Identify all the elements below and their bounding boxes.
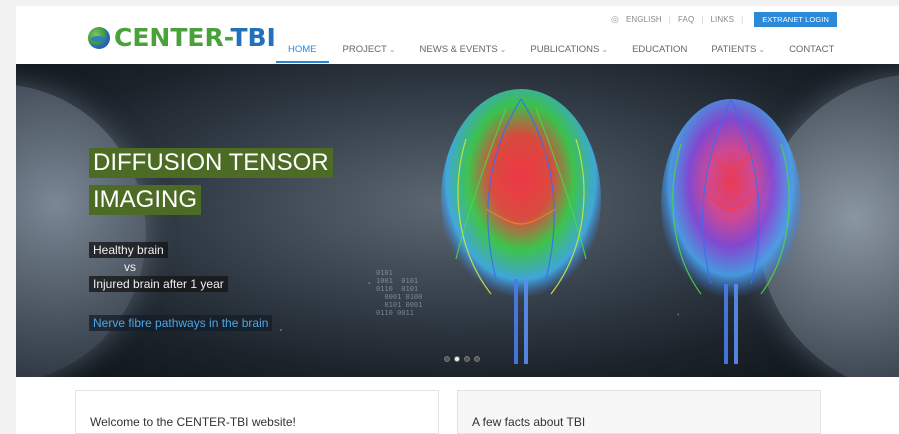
- slider-dot-3[interactable]: [464, 356, 470, 362]
- slider-dot-2[interactable]: [454, 356, 460, 362]
- links-link[interactable]: LINKS: [710, 15, 734, 24]
- nav-label: HOME: [288, 44, 317, 55]
- globe-icon: ◎: [611, 14, 619, 24]
- nav-project[interactable]: PROJECT ⌄: [343, 44, 396, 55]
- chevron-down-icon: ⌄: [499, 45, 507, 54]
- brain-tractography-injured-image: [661, 98, 801, 364]
- nav-education[interactable]: EDUCATION: [632, 44, 687, 55]
- nav-contact[interactable]: CONTACT: [789, 44, 834, 55]
- utility-bar: ◎ ENGLISH | FAQ | LINKS | EXTRANET LOGIN: [611, 12, 837, 27]
- divider: |: [668, 15, 671, 24]
- nav-news-events[interactable]: NEWS & EVENTS ⌄: [420, 44, 507, 55]
- logo-text-tbi: TBI: [230, 23, 276, 52]
- facts-card-title: A few facts about TBI: [472, 415, 586, 429]
- hero-title-line1: DIFFUSION TENSOR: [89, 148, 333, 178]
- nav-label: EDUCATION: [632, 44, 688, 55]
- extranet-login-button[interactable]: EXTRANET LOGIN: [754, 12, 837, 27]
- chevron-down-icon: ⌄: [758, 45, 766, 54]
- logo-text-center: CENTER-: [114, 23, 231, 52]
- nav-patients[interactable]: PATIENTS ⌄: [711, 44, 765, 55]
- hero-slider[interactable]: 0101 1001 0101 0110 0101 0001 0100 0101 …: [16, 64, 899, 377]
- hero-title-line2: IMAGING: [89, 185, 202, 215]
- hero-link-nerve-fibres[interactable]: Nerve fibre pathways in the brain: [89, 315, 273, 331]
- binary-overlay: 0101 1001 0101 0110 0101 0001 0100 0101 …: [376, 269, 423, 317]
- nav-home[interactable]: HOME: [276, 44, 328, 63]
- nav-label: CONTACT: [789, 44, 835, 55]
- nav-label: PATIENTS: [711, 44, 757, 55]
- hero-label-vs: vs: [124, 260, 136, 274]
- logo-text: CENTER-TBI: [114, 25, 276, 50]
- facts-card: A few facts about TBI: [457, 390, 821, 434]
- slider-dot-1[interactable]: [444, 356, 450, 362]
- nav-publications[interactable]: PUBLICATIONS ⌄: [530, 44, 608, 55]
- main-nav: HOME PROJECT ⌄ NEWS & EVENTS ⌄ PUBLICATION…: [276, 44, 834, 63]
- globe-logo-icon: [88, 26, 110, 49]
- language-link[interactable]: ENGLISH: [626, 15, 662, 24]
- chevron-down-icon: ⌄: [601, 45, 609, 54]
- divider: |: [741, 15, 744, 24]
- hero-label-injured: Injured brain after 1 year: [89, 276, 228, 292]
- brain-tractography-healthy-image: [441, 89, 601, 364]
- nav-label: NEWS & EVENTS: [419, 44, 498, 55]
- page: ◎ ENGLISH | FAQ | LINKS | EXTRANET LOGIN…: [16, 6, 899, 434]
- welcome-card: Welcome to the CENTER-TBI website!: [75, 390, 439, 434]
- site-logo[interactable]: CENTER-TBI: [88, 25, 276, 50]
- slider-dots: [444, 356, 480, 362]
- hero-label-healthy: Healthy brain: [89, 242, 168, 258]
- nav-label: PUBLICATIONS: [530, 44, 600, 55]
- divider: |: [701, 15, 704, 24]
- nav-label: PROJECT: [342, 44, 387, 55]
- slider-dot-4[interactable]: [474, 356, 480, 362]
- chevron-down-icon: ⌄: [388, 45, 396, 54]
- welcome-card-title: Welcome to the CENTER-TBI website!: [90, 415, 296, 429]
- faq-link[interactable]: FAQ: [678, 15, 694, 24]
